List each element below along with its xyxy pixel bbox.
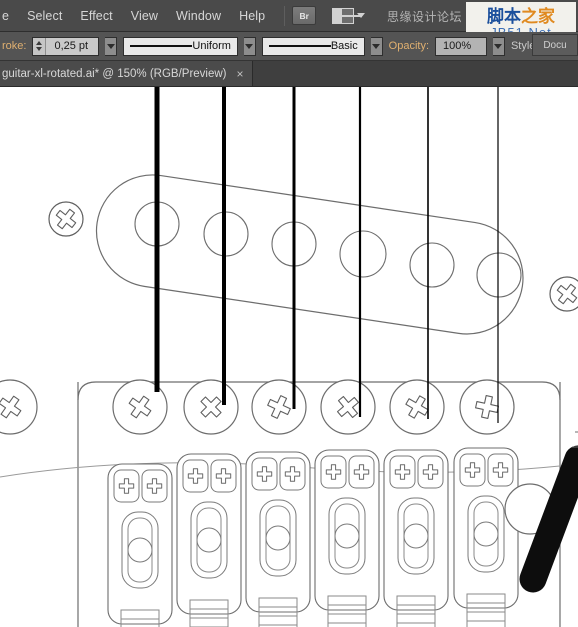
pickup-mount-screw-left [48, 201, 84, 237]
width-profile-value: Uniform [192, 40, 231, 52]
menu-item-help[interactable]: Help [230, 5, 274, 27]
watermark-brand-part2: 之家 [521, 7, 555, 27]
stroke-weight-stepper[interactable]: 0,25 pt [32, 36, 100, 56]
brush-definition-select[interactable]: Basic [261, 36, 365, 56]
opacity-value[interactable]: 100% [435, 36, 488, 56]
stroke-label[interactable]: roke: [2, 40, 26, 52]
opacity-label[interactable]: Opacity: [389, 40, 429, 52]
artboard-canvas[interactable] [0, 87, 578, 627]
menu-bar: e Select Effect View Window Help Br 思缘设计… [0, 0, 578, 46]
control-bar: roke: 0,25 pt Uniform Basic Opacity: 100… [0, 32, 578, 61]
chevron-down-icon [245, 43, 254, 49]
menu-item-select[interactable]: Select [18, 5, 71, 27]
stroke-weight-spinner-icon[interactable] [33, 37, 47, 55]
document-tab-bar: guitar-xl-rotated.ai* @ 150% (RGB/Previe… [0, 61, 578, 87]
width-profile-dropdown-button[interactable] [243, 36, 256, 56]
chevron-down-icon [494, 43, 503, 49]
bridge-launch-button[interactable]: Br [292, 6, 317, 25]
guitar-vector-artwork [0, 87, 578, 627]
uniform-profile-icon [130, 44, 193, 48]
document-tab-title: guitar-xl-rotated.ai* @ 150% (RGB/Previe… [2, 67, 227, 80]
watermark-brand-part1: 脚本 [487, 7, 521, 27]
opacity-dropdown-button[interactable] [493, 36, 505, 56]
brush-definition-dropdown-button[interactable] [370, 36, 383, 56]
arrange-documents-icon [332, 7, 363, 24]
stroke-weight-value[interactable]: 0,25 pt [46, 37, 99, 55]
menu-item-type[interactable]: e [0, 5, 18, 27]
close-icon[interactable]: × [237, 68, 244, 80]
watermark-brand-line: 脚本之家 [487, 8, 555, 26]
pickup-mount-screw-right [549, 276, 578, 312]
document-tab[interactable]: guitar-xl-rotated.ai* @ 150% (RGB/Previe… [0, 61, 253, 86]
illustrator-window: e Select Effect View Window Help Br 思缘设计… [0, 0, 578, 627]
bridge-saddles [108, 448, 518, 627]
chevron-down-icon [106, 43, 115, 49]
chevron-down-icon [372, 43, 381, 49]
basic-brush-icon [268, 44, 331, 48]
menu-item-view[interactable]: View [122, 5, 167, 27]
bridge-screw-outer-left [0, 379, 38, 435]
arrange-documents-button[interactable] [332, 7, 366, 24]
menu-divider [284, 5, 286, 26]
menu-item-window[interactable]: Window [167, 5, 230, 27]
stroke-weight-dropdown-button[interactable] [105, 36, 118, 56]
forum-watermark-text: 思缘设计论坛 [386, 10, 462, 24]
menu-item-effect[interactable]: Effect [71, 5, 121, 27]
bridge-screws [112, 379, 515, 435]
brush-definition-value: Basic [330, 40, 358, 52]
document-setup-button[interactable]: Docu [532, 34, 578, 56]
width-profile-select[interactable]: Uniform [123, 36, 238, 56]
